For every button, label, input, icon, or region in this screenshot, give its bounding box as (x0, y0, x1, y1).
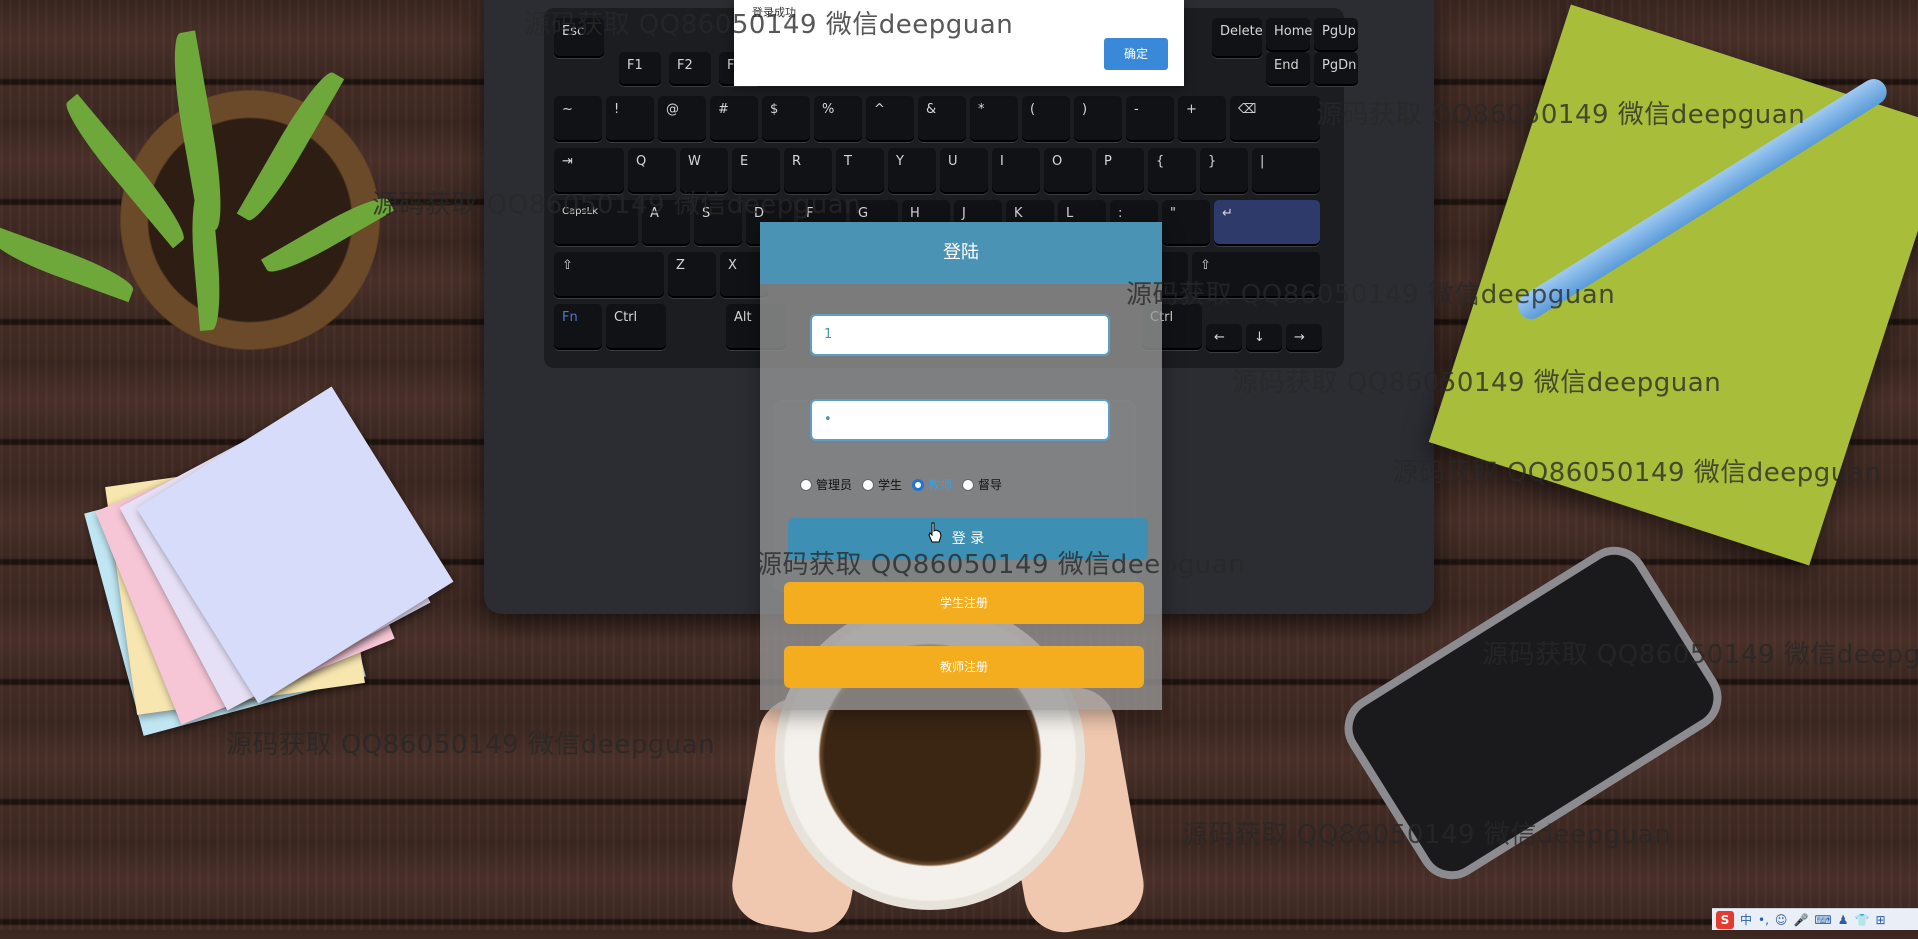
login-button[interactable]: 登 录 (788, 518, 1148, 560)
password-value: • (824, 412, 832, 427)
student-register-button[interactable]: 学生注册 (784, 582, 1144, 624)
radio-dot-icon (912, 478, 925, 491)
ime-menu-icon[interactable]: ⊞ (1875, 913, 1885, 927)
sogou-logo-icon[interactable]: S (1716, 910, 1734, 929)
role-radio-group: 管理员 学生 教师 督导 (800, 476, 1002, 493)
ime-emoji-icon[interactable]: ☺ (1775, 913, 1788, 927)
ime-punctuation-icon[interactable]: •, (1758, 913, 1769, 927)
dialog-ok-button[interactable]: 确定 (1104, 38, 1168, 70)
notebook (1428, 4, 1918, 566)
success-dialog: 登录成功 确定 (734, 0, 1184, 86)
role-radio-admin[interactable]: 管理员 (800, 476, 852, 493)
radio-dot-icon (962, 478, 975, 491)
ime-skin-icon[interactable]: 👕 (1854, 913, 1869, 927)
ime-keyboard-icon[interactable]: ⌨ (1814, 913, 1831, 927)
dialog-message: 登录成功 (752, 6, 796, 19)
hand-cursor-icon (928, 522, 942, 543)
ime-voice-icon[interactable]: 🎤 (1793, 913, 1808, 927)
teacher-register-button[interactable]: 教师注册 (784, 646, 1144, 688)
role-radio-supervisor[interactable]: 督导 (962, 476, 1002, 493)
password-input[interactable]: • (810, 399, 1110, 441)
ime-chinese-mode[interactable]: 中 (1740, 911, 1752, 928)
login-panel: 登陆 1 • 管理员 学生 教师 督导 登 录 学生注册 教师注册 (760, 222, 1162, 710)
login-title: 登陆 (760, 222, 1162, 284)
role-radio-student[interactable]: 学生 (862, 476, 902, 493)
username-input[interactable]: 1 (810, 314, 1110, 356)
username-value: 1 (824, 327, 833, 342)
role-radio-teacher[interactable]: 教师 (912, 476, 952, 493)
watermark: 源码获取 QQ86050149 微信deepguan (226, 730, 716, 760)
radio-dot-icon (862, 478, 875, 491)
ime-tools-icon[interactable]: ♟ (1838, 913, 1849, 927)
radio-dot-icon (800, 478, 812, 491)
ime-toolbar: S 中 •, ☺ 🎤 ⌨ ♟ 👕 ⊞ (1712, 908, 1918, 930)
